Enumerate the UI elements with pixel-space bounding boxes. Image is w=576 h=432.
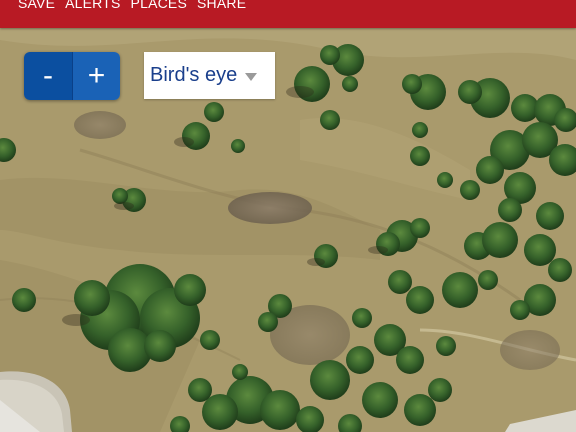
map-view-selected: Bird's eye xyxy=(150,64,238,86)
map-view-dropdown[interactable]: Bird's eye xyxy=(144,52,275,99)
zoom-controls: - + xyxy=(24,52,120,100)
zoom-out-button[interactable]: - xyxy=(24,52,72,100)
header-nav: SAVE ALERTS PLACES SHARE xyxy=(18,0,246,13)
top-header-bar: SAVE ALERTS PLACES SHARE xyxy=(0,0,576,28)
zoom-in-button[interactable]: + xyxy=(72,52,120,100)
share-link[interactable]: SHARE xyxy=(197,0,246,13)
chevron-down-icon xyxy=(245,72,258,81)
places-link[interactable]: PLACES xyxy=(131,0,187,13)
save-link[interactable]: SAVE xyxy=(18,0,55,13)
alerts-link[interactable]: ALERTS xyxy=(65,0,120,13)
